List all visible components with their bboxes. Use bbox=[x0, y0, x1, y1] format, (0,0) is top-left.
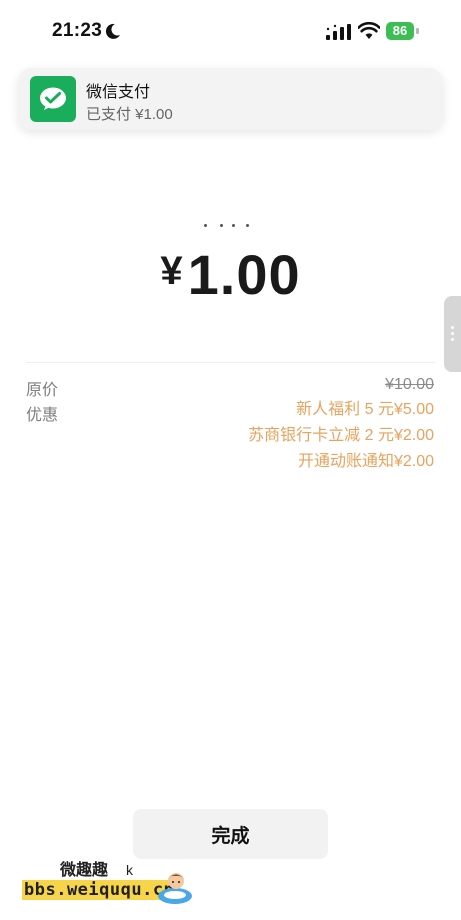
original-price-value: ¥10.00 bbox=[385, 376, 434, 393]
discount-list: 新人福利 5 元¥5.00 苏商银行卡立减 2 元¥2.00 开通动账通知¥2.… bbox=[248, 399, 434, 477]
payment-amount: ¥1.00 bbox=[0, 242, 461, 307]
notification-message: 已支付 ¥1.00 bbox=[86, 106, 173, 123]
notification-app-name: 微信支付 bbox=[86, 84, 151, 101]
amount-value: 1.00 bbox=[187, 243, 301, 306]
wifi-icon bbox=[358, 22, 380, 39]
watermark-url: bbs.weiququ.cn bbox=[22, 880, 177, 900]
done-button[interactable]: 完成 bbox=[133, 809, 328, 859]
signal-icon bbox=[326, 24, 351, 40]
battery-level: 86 bbox=[392, 23, 408, 38]
watermark-letter: k bbox=[126, 862, 133, 878]
divider bbox=[26, 362, 435, 363]
battery-icon: 86 bbox=[386, 22, 420, 40]
watermark-title: 微趣趣 bbox=[60, 862, 109, 879]
discount-item: 苏商银行卡立减 2 元¥2.00 bbox=[248, 427, 434, 444]
discount-item: 开通动账通知¥2.00 bbox=[297, 453, 434, 470]
discount-item: 新人福利 5 元¥5.00 bbox=[296, 401, 434, 418]
merchant-name-redacted bbox=[190, 216, 270, 228]
discount-label: 优惠 bbox=[26, 407, 59, 424]
floating-side-handle[interactable] bbox=[444, 296, 461, 372]
currency-symbol: ¥ bbox=[160, 249, 184, 293]
status-bar: 21:23 86 bbox=[0, 0, 461, 62]
payment-notification[interactable]: 微信支付 已支付 ¥1.00 bbox=[18, 68, 443, 130]
original-price-label: 原价 bbox=[26, 382, 59, 399]
status-time: 21:23 bbox=[52, 20, 103, 41]
moon-icon bbox=[105, 23, 120, 39]
mascot-icon bbox=[158, 873, 192, 904]
wechat-pay-icon bbox=[30, 76, 76, 122]
